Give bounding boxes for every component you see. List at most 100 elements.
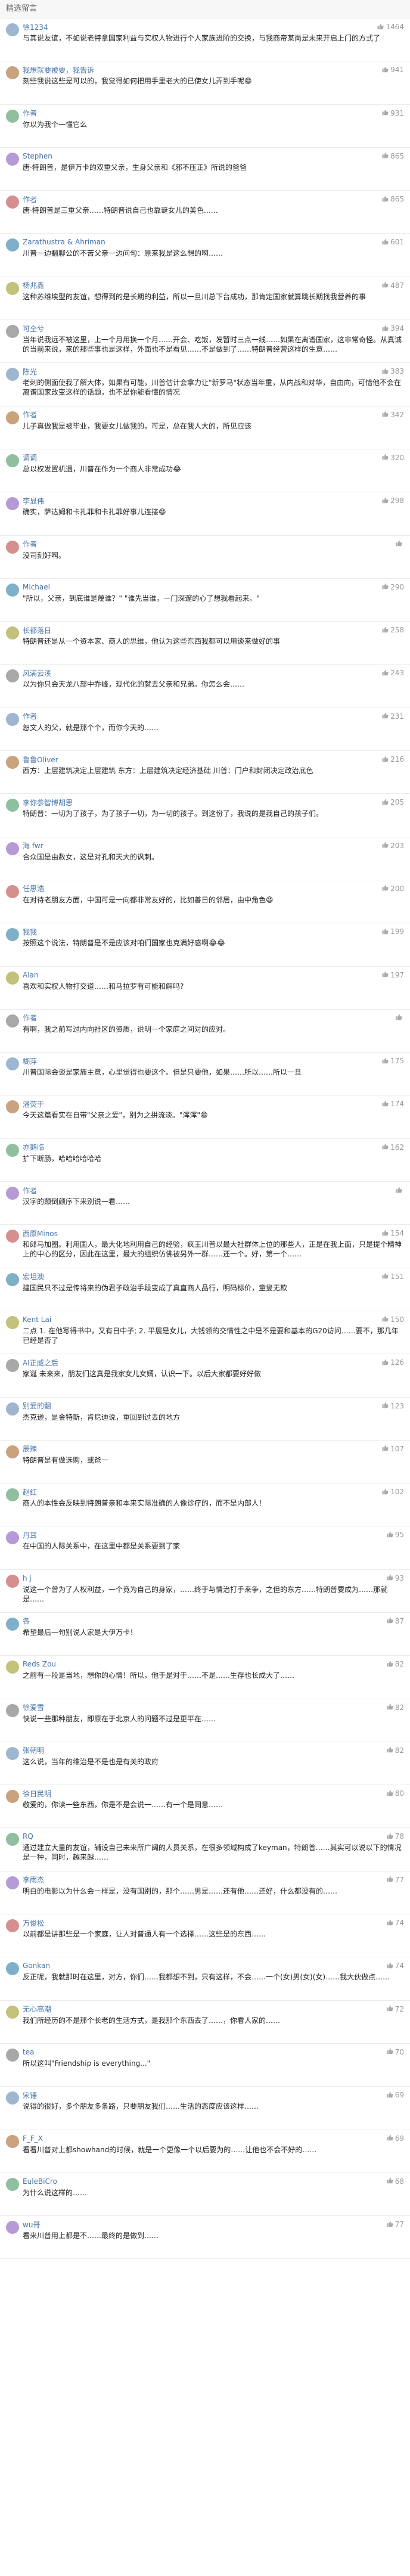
- avatar[interactable]: [6, 1143, 19, 1157]
- avatar[interactable]: [6, 1617, 19, 1631]
- avatar[interactable]: [6, 497, 19, 511]
- like-button[interactable]: 82: [386, 1746, 404, 1755]
- like-button[interactable]: 93: [386, 1573, 404, 1582]
- like-button[interactable]: 150: [381, 1315, 404, 1324]
- comment-username[interactable]: wu哥: [23, 2220, 40, 2230]
- like-button[interactable]: 80: [386, 1789, 404, 1798]
- comment-username[interactable]: 各: [23, 1616, 30, 1626]
- like-button[interactable]: [395, 1013, 404, 1022]
- like-button[interactable]: 200: [381, 884, 404, 893]
- avatar[interactable]: [6, 1315, 19, 1329]
- avatar[interactable]: [6, 411, 19, 424]
- comment-username[interactable]: 作者: [23, 194, 37, 204]
- avatar[interactable]: [6, 454, 19, 467]
- comment-username[interactable]: 我想就要被要，我告诉: [23, 65, 94, 75]
- like-button[interactable]: 95: [386, 1531, 404, 1540]
- comment-username[interactable]: tea: [23, 2048, 34, 2056]
- comment-username[interactable]: Michael: [23, 583, 50, 591]
- comment-username[interactable]: 作者: [23, 108, 37, 118]
- avatar[interactable]: [6, 325, 19, 339]
- like-button[interactable]: 601: [381, 238, 404, 247]
- like-button[interactable]: 70: [386, 2047, 404, 2056]
- avatar[interactable]: [6, 1531, 19, 1545]
- comment-username[interactable]: 海 fwr: [23, 840, 44, 851]
- like-button[interactable]: 931: [381, 108, 404, 117]
- like-button[interactable]: 82: [386, 1703, 404, 1712]
- avatar[interactable]: [6, 2134, 19, 2148]
- comment-username[interactable]: 任思浩: [23, 883, 44, 893]
- like-button[interactable]: 69: [386, 2134, 404, 2143]
- like-button[interactable]: 199: [381, 927, 404, 936]
- avatar[interactable]: [6, 669, 19, 683]
- comment-username[interactable]: 作者: [23, 409, 37, 420]
- comment-username[interactable]: Gonkan: [23, 1962, 50, 1970]
- like-button[interactable]: 72: [386, 2004, 404, 2013]
- like-button[interactable]: 865: [381, 151, 404, 160]
- avatar[interactable]: [6, 1402, 19, 1416]
- comment-username[interactable]: 潘荧于: [23, 1099, 44, 1109]
- like-button[interactable]: 174: [381, 1100, 404, 1109]
- comment-username[interactable]: 徐爱雪: [23, 1702, 44, 1712]
- like-button[interactable]: 162: [381, 1143, 404, 1152]
- avatar[interactable]: [6, 626, 19, 640]
- avatar[interactable]: [6, 1876, 19, 1889]
- avatar[interactable]: [6, 1488, 19, 1502]
- avatar[interactable]: [6, 1014, 19, 1028]
- like-button[interactable]: 123: [381, 1401, 404, 1410]
- like-button[interactable]: 290: [381, 582, 404, 591]
- like-button[interactable]: [395, 539, 404, 548]
- comment-username[interactable]: F_F_X: [23, 2134, 43, 2143]
- like-button[interactable]: 154: [381, 1229, 404, 1238]
- avatar[interactable]: [6, 1187, 19, 1200]
- comment-username[interactable]: 宋锤: [23, 2090, 37, 2100]
- avatar[interactable]: [6, 1273, 19, 1286]
- comment-username[interactable]: 调调: [23, 452, 37, 463]
- avatar[interactable]: [6, 583, 19, 597]
- like-button[interactable]: 197: [381, 970, 404, 979]
- like-button[interactable]: 74: [386, 1962, 404, 1970]
- like-button[interactable]: 68: [386, 2177, 404, 2186]
- avatar[interactable]: [6, 712, 19, 726]
- comment-username[interactable]: 陈光: [23, 367, 37, 377]
- like-button[interactable]: 126: [381, 1358, 404, 1367]
- like-button[interactable]: 175: [381, 1057, 404, 1066]
- like-button[interactable]: 205: [381, 798, 404, 807]
- like-button[interactable]: 258: [381, 626, 404, 635]
- comment-username[interactable]: 鲁鲁Oliver: [23, 755, 58, 765]
- like-button[interactable]: 77: [386, 1875, 404, 1884]
- like-button[interactable]: 231: [381, 712, 404, 721]
- comment-username[interactable]: 糊萍: [23, 1056, 37, 1066]
- avatar[interactable]: [6, 66, 19, 80]
- avatar[interactable]: [6, 2177, 19, 2191]
- comment-username[interactable]: 风满云溪: [23, 668, 51, 678]
- comment-username[interactable]: 辰辣: [23, 1444, 37, 1454]
- comment-username[interactable]: 可全兮: [23, 324, 44, 334]
- avatar[interactable]: [6, 1100, 19, 1114]
- like-button[interactable]: 298: [381, 496, 404, 505]
- comment-username[interactable]: 李雨杰: [23, 1874, 44, 1885]
- comment-username[interactable]: Kent Lai: [23, 1315, 51, 1324]
- like-button[interactable]: 69: [386, 2091, 404, 2100]
- avatar[interactable]: [6, 1230, 19, 1243]
- comment-username[interactable]: Stephen: [23, 152, 52, 160]
- like-button[interactable]: 394: [381, 324, 404, 333]
- like-button[interactable]: 865: [381, 195, 404, 204]
- comment-username[interactable]: Zarathustra & Ahriman: [23, 238, 105, 246]
- like-button[interactable]: 151: [381, 1272, 404, 1281]
- like-button[interactable]: 216: [381, 755, 404, 764]
- like-button[interactable]: 383: [381, 367, 404, 376]
- like-button[interactable]: 74: [386, 1919, 404, 1928]
- like-button[interactable]: 102: [381, 1488, 404, 1497]
- avatar[interactable]: [6, 756, 19, 769]
- like-button[interactable]: 107: [381, 1444, 404, 1453]
- like-button[interactable]: 77: [386, 2220, 404, 2229]
- like-button[interactable]: 82: [386, 1660, 404, 1669]
- avatar[interactable]: [6, 109, 19, 123]
- comment-username[interactable]: 杨兆鑫: [23, 280, 44, 290]
- comment-username[interactable]: EuleBiCro: [23, 2177, 57, 2186]
- comment-username[interactable]: 万俊松: [23, 1918, 44, 1928]
- comment-username[interactable]: 徐日民明: [23, 1789, 51, 1799]
- avatar[interactable]: [6, 971, 19, 985]
- avatar[interactable]: [6, 1703, 19, 1717]
- comment-username[interactable]: 长都落日: [23, 625, 51, 635]
